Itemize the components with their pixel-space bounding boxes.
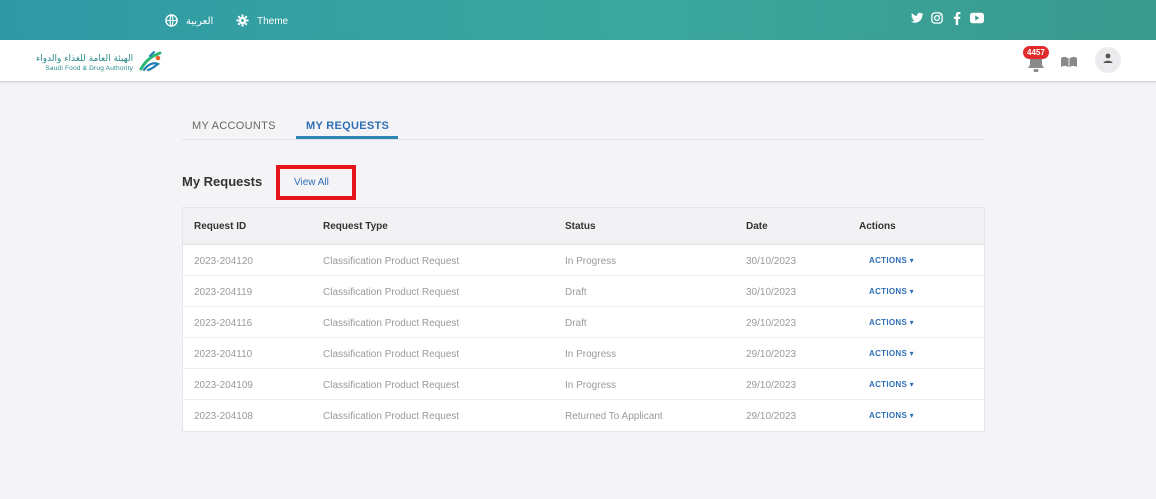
table-row: 2023-204120 Classification Product Reques…: [183, 245, 984, 276]
date-cell: 30/10/2023: [746, 256, 797, 267]
header-actions: Actions: [859, 221, 896, 232]
instagram-icon[interactable]: [930, 11, 944, 25]
gear-icon: [236, 13, 249, 29]
status-cell: Returned To Applicant: [565, 411, 663, 422]
account-tabs: MY ACCOUNTS MY REQUESTS: [182, 112, 985, 140]
user-icon: [1102, 51, 1114, 69]
request-id-cell: 2023-204120: [194, 256, 253, 267]
manual-button[interactable]: [1060, 55, 1078, 73]
twitter-icon[interactable]: [910, 11, 924, 25]
actions-dropdown-button[interactable]: ACTIONS ▾: [869, 349, 914, 358]
globe-icon: [165, 13, 178, 29]
theme-switcher[interactable]: Theme: [236, 13, 288, 29]
sfda-logo[interactable]: الهيئة العامة للغذاء والدواء Saudi Food …: [36, 50, 164, 77]
request-type-cell: Classification Product Request: [323, 349, 460, 360]
requests-table: Request ID Request Type Status Date Acti…: [182, 207, 985, 432]
request-type-cell: Classification Product Request: [323, 411, 460, 422]
social-links: [910, 11, 984, 25]
user-avatar-button[interactable]: [1095, 47, 1121, 73]
logo-english-text: Saudi Food & Drug Authority: [45, 65, 134, 72]
status-cell: In Progress: [565, 349, 617, 360]
actions-dropdown-button[interactable]: ACTIONS ▾: [869, 380, 914, 389]
status-cell: In Progress: [565, 256, 617, 267]
section-title: My Requests: [182, 174, 263, 189]
date-cell: 30/10/2023: [746, 287, 797, 298]
book-icon: [1060, 55, 1078, 72]
table-row: 2023-204109 Classification Product Reques…: [183, 369, 984, 400]
table-header: Request ID Request Type Status Date Acti…: [183, 208, 984, 245]
request-id-cell: 2023-204119: [194, 287, 253, 298]
site-header: الهيئة العامة للغذاء والدواء Saudi Food …: [0, 40, 1156, 82]
table-body: 2023-204120 Classification Product Reques…: [183, 245, 984, 431]
date-cell: 29/10/2023: [746, 411, 797, 422]
table-row: 2023-204108 Classification Product Reques…: [183, 400, 984, 431]
theme-label: Theme: [257, 15, 289, 27]
language-label: العربية: [186, 15, 214, 27]
view-all-link[interactable]: View All: [294, 177, 329, 188]
status-cell: Draft: [565, 318, 587, 329]
request-type-cell: Classification Product Request: [323, 287, 460, 298]
active-tab-indicator: [296, 136, 398, 139]
table-row: 2023-204110 Classification Product Reques…: [183, 338, 984, 369]
date-cell: 29/10/2023: [746, 380, 797, 391]
request-id-cell: 2023-204108: [194, 411, 253, 422]
table-row: 2023-204116 Classification Product Reques…: [183, 307, 984, 338]
top-bar: العربية Theme: [0, 0, 1156, 40]
request-id-cell: 2023-204109: [194, 380, 253, 391]
request-id-cell: 2023-204116: [194, 318, 253, 329]
date-cell: 29/10/2023: [746, 318, 797, 329]
request-id-cell: 2023-204110: [194, 349, 253, 360]
facebook-icon[interactable]: [950, 11, 964, 25]
actions-dropdown-button[interactable]: ACTIONS ▾: [869, 411, 914, 420]
logo-text: الهيئة العامة للغذاء والدواء Saudi Food …: [36, 54, 133, 73]
table-row: 2023-204119 Classification Product Reques…: [183, 276, 984, 307]
actions-dropdown-button[interactable]: ACTIONS ▾: [869, 287, 914, 296]
view-all-highlight: View All: [276, 165, 356, 200]
header-status: Status: [565, 221, 596, 232]
notifications-button[interactable]: 4457: [1023, 46, 1049, 72]
date-cell: 29/10/2023: [746, 349, 797, 360]
notification-count-badge: 4457: [1023, 46, 1049, 59]
actions-dropdown-button[interactable]: ACTIONS ▾: [869, 318, 914, 327]
status-cell: Draft: [565, 287, 587, 298]
logo-arabic-text: الهيئة العامة للغذاء والدواء: [36, 54, 134, 64]
logo-emblem-icon: [138, 50, 164, 77]
youtube-icon[interactable]: [970, 11, 984, 25]
tab-my-requests[interactable]: MY REQUESTS: [306, 120, 389, 132]
actions-dropdown-button[interactable]: ACTIONS ▾: [869, 256, 914, 265]
request-type-cell: Classification Product Request: [323, 380, 460, 391]
request-type-cell: Classification Product Request: [323, 256, 460, 267]
language-switcher[interactable]: العربية: [165, 13, 213, 29]
status-cell: In Progress: [565, 380, 617, 391]
header-request-id: Request ID: [194, 221, 247, 232]
tab-my-accounts[interactable]: MY ACCOUNTS: [192, 120, 276, 132]
header-date: Date: [746, 221, 768, 232]
header-request-type: Request Type: [323, 221, 388, 232]
request-type-cell: Classification Product Request: [323, 318, 460, 329]
